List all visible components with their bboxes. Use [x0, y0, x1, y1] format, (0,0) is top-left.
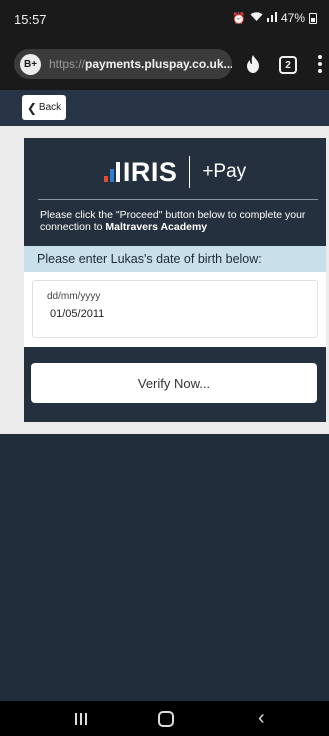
back-button[interactable]: ❮ Back [22, 95, 66, 120]
url-text[interactable]: https://payments.pluspay.co.uk... [49, 57, 232, 71]
back-label: Back [38, 102, 62, 113]
url-host: payments.pluspay.co.uk... [85, 57, 232, 71]
dob-prompt: Please enter Lukas's date of birth below… [24, 246, 326, 272]
status-time: 15:57 [14, 12, 47, 27]
verification-card: IRIS +Pay Please click the "Proceed" but… [24, 138, 326, 422]
more-vert-icon[interactable] [318, 55, 322, 73]
dob-panel: dd/mm/yyyy 01/05/2011 [24, 272, 326, 347]
page-header: ❮ Back [0, 90, 329, 126]
iris-pay-logo: IRIS +Pay [24, 150, 326, 194]
intro-text: Please click the "Proceed" button below … [40, 209, 320, 233]
logo-text: IRIS [122, 156, 178, 187]
verify-now-button[interactable]: Verify Now... [31, 363, 317, 403]
school-name: Maltravers Academy [105, 221, 208, 233]
dob-input[interactable]: dd/mm/yyyy 01/05/2011 [32, 280, 318, 338]
battery-percent: 47% [280, 11, 305, 25]
site-badge-icon[interactable]: B+ [20, 53, 41, 75]
logo-divider [189, 156, 191, 188]
signal-icon [266, 11, 277, 25]
status-bar: 15:57 ⏰ 47% [0, 0, 329, 36]
logo-sub: +Pay [202, 161, 247, 182]
recents-icon[interactable] [75, 713, 87, 725]
back-nav-icon[interactable]: ‹ [258, 708, 265, 728]
status-icons: ⏰ 47% [232, 11, 317, 25]
url-scheme: https:// [49, 57, 86, 71]
divider [38, 199, 318, 200]
battery-icon [309, 12, 317, 24]
iris-bars-icon [103, 162, 120, 182]
dob-value[interactable]: 01/05/2011 [50, 308, 104, 320]
dob-placeholder: dd/mm/yyyy [47, 291, 101, 302]
wifi-icon [250, 11, 263, 25]
browser-toolbar: B+ https://payments.pluspay.co.uk... 2 [0, 36, 329, 90]
home-icon[interactable] [158, 711, 174, 727]
address-bar[interactable]: B+ https://payments.pluspay.co.uk... [14, 49, 232, 79]
flame-icon[interactable] [244, 54, 262, 74]
tab-count-button[interactable]: 2 [279, 56, 297, 74]
system-nav-bar: ‹ [0, 701, 329, 736]
alarm-icon: ⏰ [232, 12, 246, 25]
chevron-left-icon: ❮ [26, 100, 37, 115]
